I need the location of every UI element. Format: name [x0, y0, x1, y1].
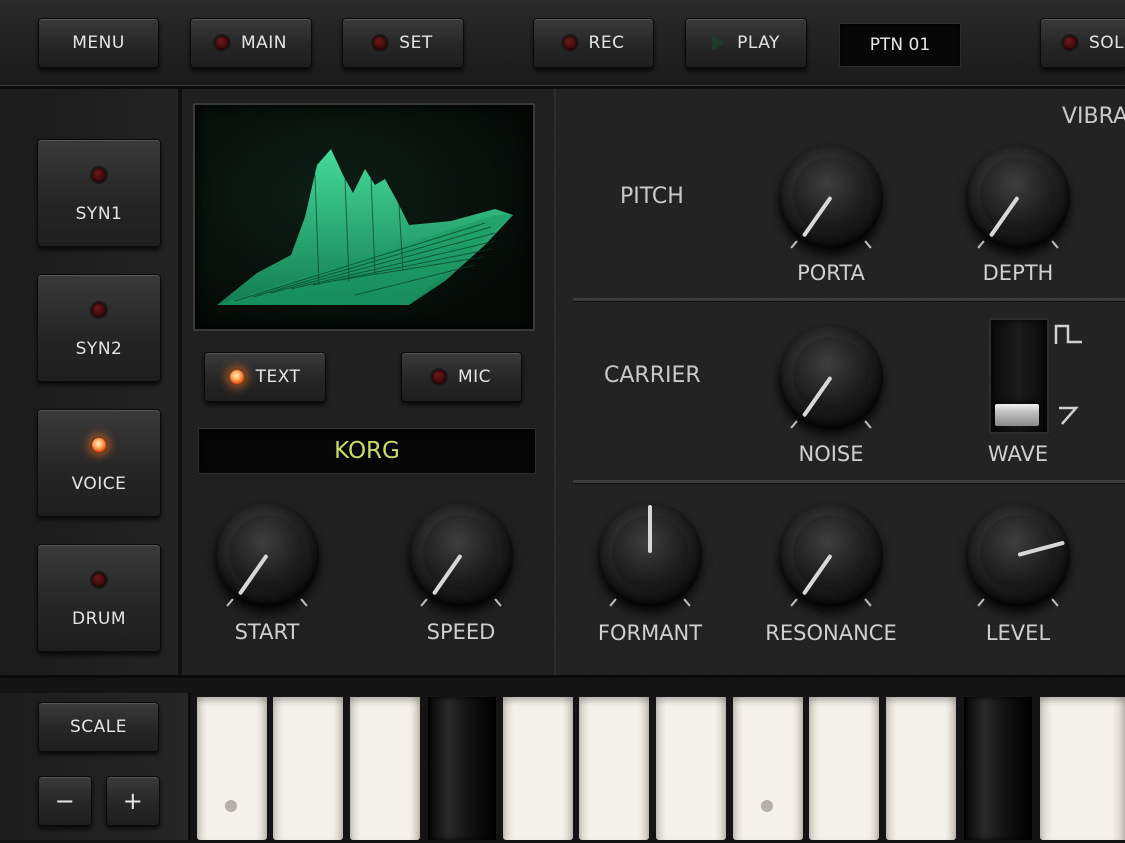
- mic-led-icon: [431, 370, 446, 384]
- play-button[interactable]: PLAY: [685, 18, 807, 68]
- carrier-section-label: CARRIER: [604, 363, 701, 388]
- drum-label: DRUM: [71, 609, 126, 629]
- plus-icon: +: [122, 787, 144, 815]
- pitch-section-label: PITCH: [620, 184, 684, 209]
- text-source-label: TEXT: [255, 367, 301, 387]
- play-button-label: PLAY: [737, 33, 780, 53]
- octave-down-button[interactable]: −: [38, 776, 92, 826]
- key-marker-dot: [761, 800, 773, 812]
- formant-knob[interactable]: [598, 503, 702, 607]
- piano-key-white[interactable]: [273, 697, 343, 840]
- noise-knob[interactable]: [779, 325, 883, 429]
- formant-label: FORMANT: [597, 621, 703, 645]
- syn2-led-icon: [92, 303, 106, 317]
- start-label: START: [234, 620, 300, 644]
- piano-key-white[interactable]: [350, 697, 420, 840]
- wave-switch[interactable]: [989, 318, 1049, 434]
- piano-key-white[interactable]: [503, 697, 573, 840]
- scale-button-label: SCALE: [69, 717, 127, 737]
- vibrato-section-label: VIBRA: [1062, 104, 1125, 129]
- wave-switch-lever[interactable]: [995, 404, 1039, 426]
- solo-button-label: SOL: [1089, 33, 1125, 53]
- noise-label: NOISE: [798, 442, 864, 466]
- syn1-button[interactable]: SYN1: [37, 139, 161, 247]
- voice-led-icon: [92, 438, 106, 452]
- piano-key-white[interactable]: [886, 697, 956, 840]
- piano-key-white[interactable]: [656, 697, 726, 840]
- piano-key-white[interactable]: [1040, 697, 1125, 840]
- menu-button[interactable]: MENU: [38, 18, 159, 68]
- set-led-icon: [373, 36, 388, 50]
- resonance-label: RESONANCE: [765, 621, 897, 645]
- mic-source-label: MIC: [457, 367, 492, 387]
- voice-label: VOICE: [71, 474, 127, 494]
- pattern-display-text: PTN 01: [869, 35, 931, 55]
- carrier-divider: [573, 480, 1125, 483]
- piano-key-white[interactable]: [733, 697, 803, 840]
- level-label: LEVEL: [985, 621, 1051, 645]
- text-input-value: KORG: [334, 438, 400, 464]
- piano-key-white[interactable]: [809, 697, 879, 840]
- pattern-display: PTN 01: [839, 23, 961, 67]
- main-led-icon: [214, 36, 229, 50]
- syn2-label: SYN2: [75, 339, 123, 359]
- porta-knob[interactable]: [779, 145, 883, 249]
- octave-up-button[interactable]: +: [106, 776, 160, 826]
- play-icon: [712, 35, 726, 51]
- piano-key-white[interactable]: [579, 697, 649, 840]
- minus-icon: −: [54, 787, 76, 815]
- syn1-label: SYN1: [75, 204, 123, 224]
- rec-button[interactable]: REC: [533, 18, 654, 68]
- wave-label: WAVE: [987, 442, 1049, 466]
- solo-button[interactable]: SOL: [1040, 18, 1125, 68]
- resonance-knob[interactable]: [779, 503, 883, 607]
- voice-button[interactable]: VOICE: [37, 409, 161, 517]
- drum-led-icon: [92, 573, 106, 587]
- start-knob[interactable]: [215, 503, 319, 607]
- spectrum-display: [193, 103, 535, 331]
- menu-button-label: MENU: [72, 33, 125, 53]
- text-input-display[interactable]: KORG: [198, 428, 536, 474]
- piano-key-black[interactable]: [964, 697, 1032, 840]
- porta-label: PORTA: [797, 261, 865, 285]
- piano-key-white[interactable]: [197, 697, 267, 840]
- spectrum-waterfall-graphic: [217, 149, 513, 305]
- square-wave-icon: [1054, 324, 1082, 344]
- pitch-divider: [573, 298, 1125, 301]
- depth-knob[interactable]: [966, 145, 1070, 249]
- speed-label: SPEED: [426, 620, 496, 644]
- rec-led-icon: [562, 36, 577, 50]
- text-source-button[interactable]: TEXT: [204, 352, 326, 402]
- level-knob[interactable]: [966, 503, 1070, 607]
- set-button-label: SET: [399, 33, 433, 53]
- speed-knob[interactable]: [409, 503, 513, 607]
- solo-led-icon: [1063, 36, 1077, 50]
- syn2-button[interactable]: SYN2: [37, 274, 161, 382]
- main-button-label: MAIN: [240, 33, 288, 53]
- sawtooth-wave-icon: [1059, 406, 1079, 425]
- drum-button[interactable]: DRUM: [37, 544, 161, 652]
- set-button[interactable]: SET: [342, 18, 464, 68]
- scale-button[interactable]: SCALE: [38, 702, 159, 752]
- mic-source-button[interactable]: MIC: [401, 352, 522, 402]
- key-marker-dot: [225, 800, 237, 812]
- syn1-led-icon: [92, 168, 106, 182]
- main-button[interactable]: MAIN: [190, 18, 312, 68]
- piano-key-black[interactable]: [428, 697, 496, 840]
- depth-label: DEPTH: [982, 261, 1054, 285]
- text-led-icon: [229, 370, 244, 384]
- rec-button-label: REC: [588, 33, 625, 53]
